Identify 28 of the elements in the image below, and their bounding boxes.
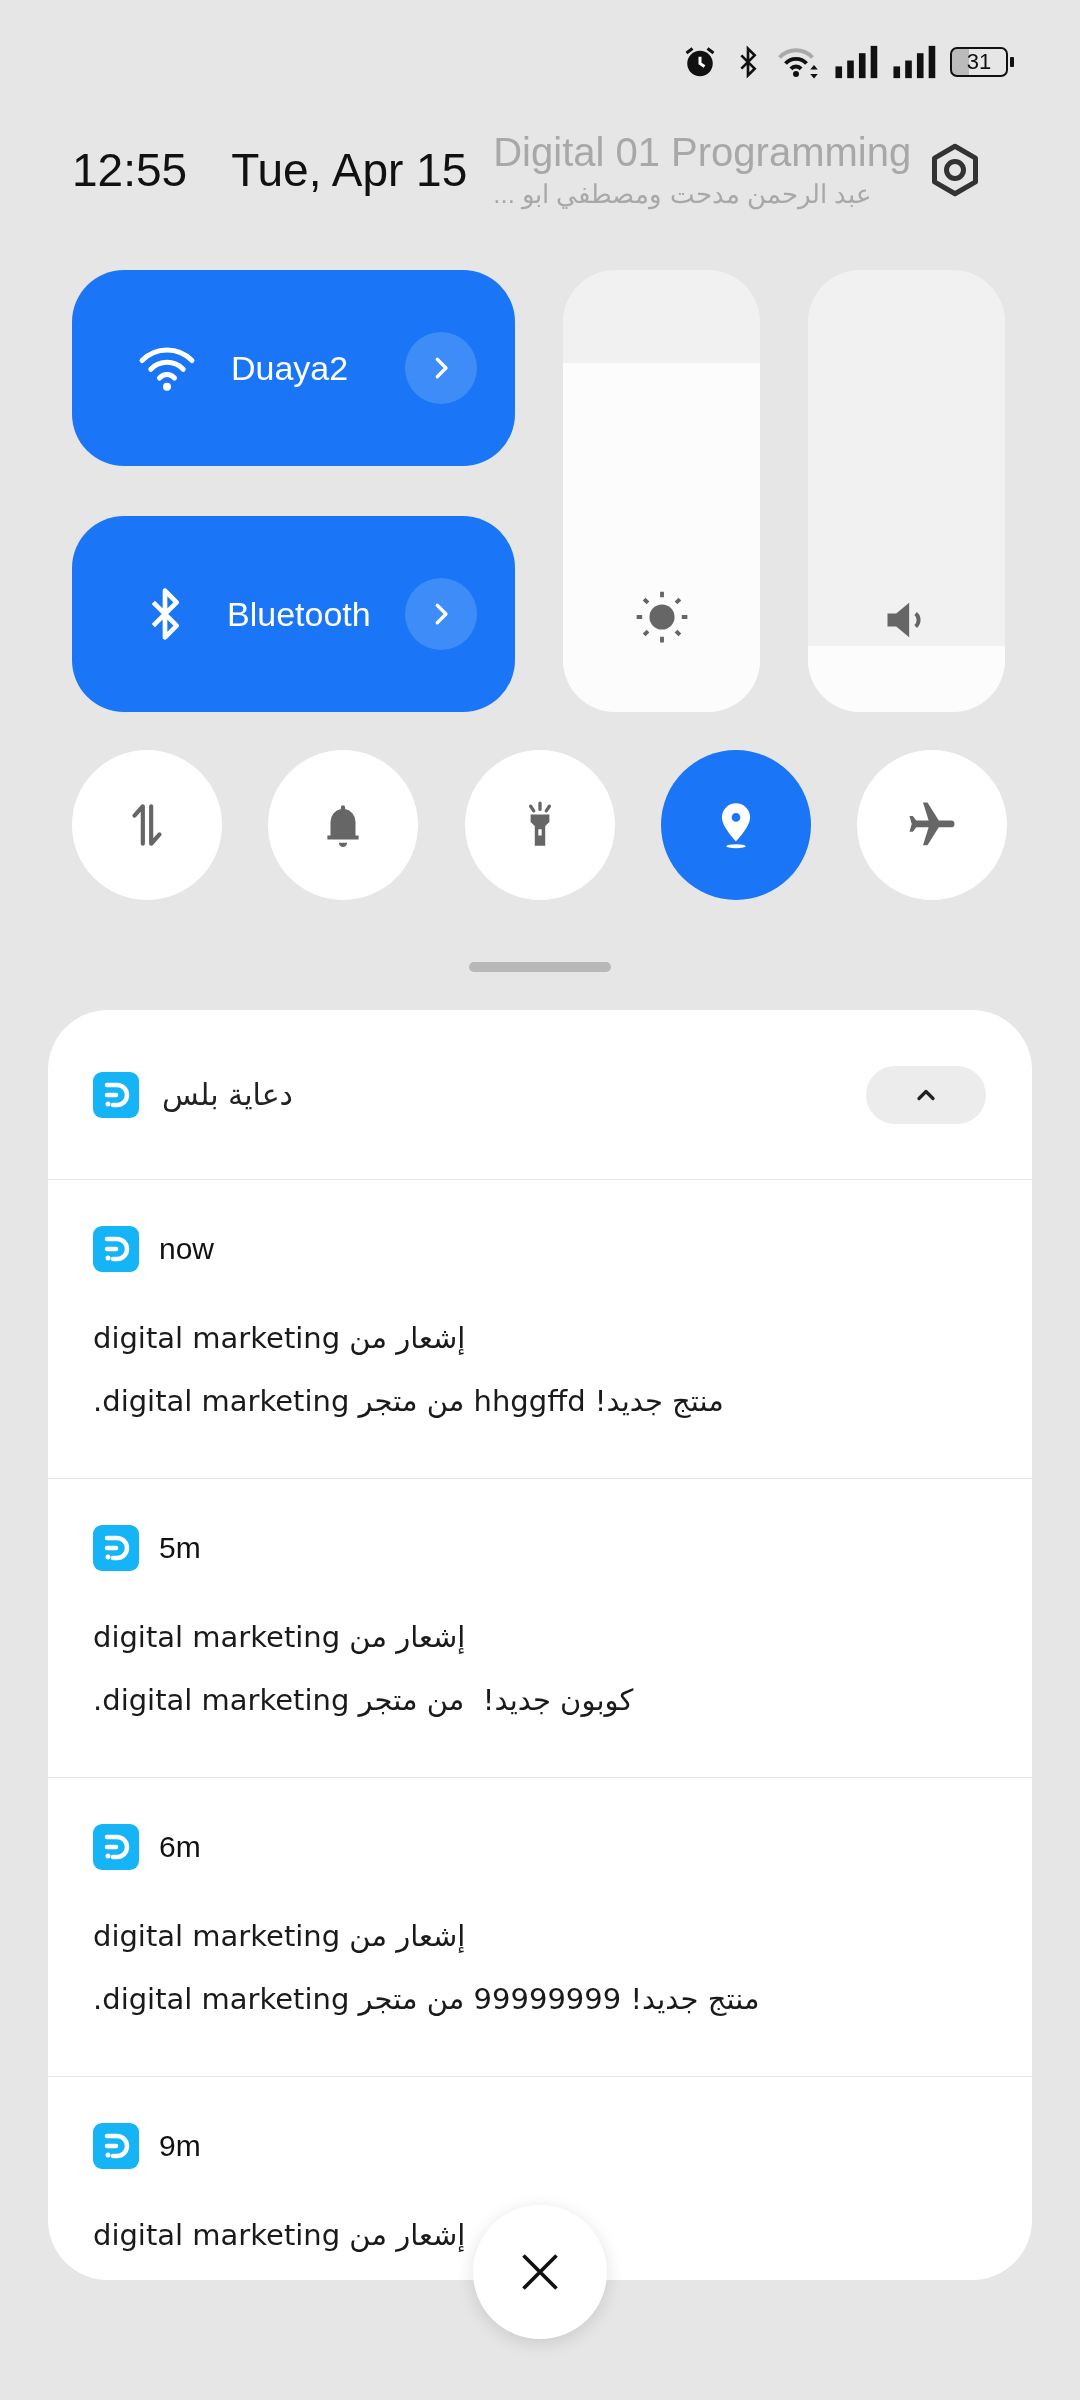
notification-title: إشعار من digital marketing <box>93 1619 467 1656</box>
notification-title: إشعار من digital marketing <box>93 2217 467 2254</box>
background-title: Digital 01 Programming <box>493 130 913 175</box>
notification-title: إشعار من digital marketing <box>93 1918 467 1955</box>
app-name: دعاية بلس <box>162 1077 294 1112</box>
app-icon <box>93 1226 139 1272</box>
notification-time: now <box>159 1232 215 1266</box>
background-subtitle: عبد الرحمن مدحت ومصطفي ابو ... <box>493 179 874 210</box>
date-text: Tue, Apr 15 <box>231 143 468 197</box>
signal-icon <box>834 44 878 80</box>
signal-icon <box>892 44 936 80</box>
drag-handle[interactable] <box>469 962 611 972</box>
clock-time: 12:55 <box>72 143 188 197</box>
notification-body: كوبون جديد! من متجر digital marketing. <box>93 1682 635 1719</box>
notification-time: 5m <box>159 1531 201 1565</box>
notification-time: 6m <box>159 1830 201 1864</box>
notification-title: إشعار من digital marketing <box>93 1320 467 1357</box>
app-icon <box>93 1071 139 1118</box>
wifi-tile[interactable]: Duaya2 <box>72 270 515 466</box>
app-icon <box>93 1824 139 1870</box>
brightness-slider[interactable] <box>563 270 760 712</box>
notification-body: منتج جديد! 99999999 من متجر digital marketing. <box>93 1981 761 2018</box>
volume-slider[interactable] <box>808 270 1005 712</box>
notification-body: منتج جديد! hhggffd من متجر digital marketing. <box>93 1383 725 1420</box>
bluetooth-tile[interactable]: Bluetooth <box>72 516 515 712</box>
app-icon <box>93 2123 139 2169</box>
notification-time: 9m <box>159 2129 201 2163</box>
app-icon <box>93 1525 139 1571</box>
